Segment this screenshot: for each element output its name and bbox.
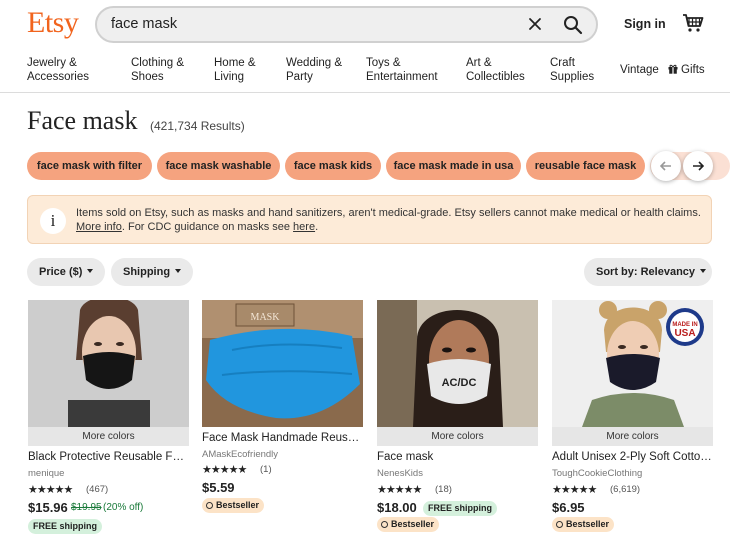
price-filter[interactable]: Price ($) <box>27 258 105 286</box>
nav-item-clothing[interactable]: Clothing & Shoes <box>131 56 184 84</box>
nav-item-jewelry[interactable]: Jewelry & Accessories <box>27 56 89 84</box>
more-info-link[interactable]: More info <box>76 221 122 233</box>
bestseller-badge: Bestseller <box>202 498 265 513</box>
price: $5.59 <box>202 480 235 495</box>
nav-item-craft[interactable]: Craft Supplies <box>550 56 594 84</box>
product-title[interactable]: Face Mask Handmade Reusable Washable <box>202 432 363 444</box>
gift-icon <box>668 64 678 74</box>
shop-name: AMaskEcofriendly <box>202 449 279 460</box>
product-card[interactable]: MASK Face Mask Handmade Reusable Washabl… <box>202 300 363 540</box>
notice-text: Items sold on Etsy, such as masks and ha… <box>76 207 701 233</box>
made-in-usa-badge: MADE IN USA <box>666 308 704 346</box>
caret-down-icon <box>175 269 182 273</box>
product-title[interactable]: Face mask <box>377 451 538 463</box>
nav-item-home[interactable]: Home & Living <box>214 56 256 84</box>
etsy-logo[interactable]: Etsy <box>27 6 79 40</box>
more-colors-label: More colors <box>552 427 713 446</box>
cart-icon[interactable] <box>682 13 704 33</box>
clear-icon[interactable] <box>527 16 543 32</box>
shop-name: menique <box>28 468 65 479</box>
chip-face-mask-washable[interactable]: face mask washable <box>157 152 280 180</box>
result-count: (421,734 Results) <box>150 119 245 133</box>
chip-face-mask-made-in-usa[interactable]: face mask made in usa <box>386 152 521 180</box>
search-icon[interactable] <box>563 15 583 35</box>
original-price: $19.95 <box>71 502 102 513</box>
scroll-right-button[interactable] <box>683 151 713 181</box>
arrow-right-icon <box>693 161 704 171</box>
product-title[interactable]: Adult Unisex 2-Ply Soft Cotton Face Mask <box>552 451 713 463</box>
related-searches: face mask with filter face mask washable… <box>27 152 730 180</box>
medal-icon <box>206 502 213 509</box>
free-shipping-badge: FREE shipping <box>28 519 102 534</box>
shop-name: ToughCookieClothing <box>552 468 643 479</box>
price: $15.96 <box>28 500 68 515</box>
scroll-left-button[interactable] <box>651 151 681 181</box>
chip-reusable-face-mask[interactable]: reusable face mask <box>526 152 645 180</box>
shop-name: NenesKids <box>377 468 423 479</box>
rating-stars: ★★★★★ <box>28 484 73 496</box>
rating-stars: ★★★★★ <box>552 484 597 496</box>
sign-in-link[interactable]: Sign in <box>624 17 666 31</box>
sort-dropdown[interactable]: Sort by: Relevancy <box>584 258 712 286</box>
nav-item-wedding[interactable]: Wedding & Party <box>286 56 342 84</box>
page-title: Face mask <box>27 106 138 135</box>
search-input[interactable]: face mask <box>111 16 177 32</box>
product-title[interactable]: Black Protective Reusable Face Mask <box>28 451 189 463</box>
svg-text:MASK: MASK <box>251 312 281 323</box>
free-shipping-badge: FREE shipping <box>423 501 497 516</box>
nav-item-vintage[interactable]: Vintage <box>620 63 659 77</box>
product-image[interactable]: AC/DC <box>377 300 538 427</box>
svg-text:USA: USA <box>674 328 695 339</box>
price: $6.95 <box>552 500 585 515</box>
nav-item-toys[interactable]: Toys & Entertainment <box>366 56 438 84</box>
cdc-here-link[interactable]: here <box>293 221 315 233</box>
review-count: (467) <box>86 484 109 495</box>
shipping-filter[interactable]: Shipping <box>111 258 193 286</box>
product-card[interactable]: AC/DC More colors Face mask NenesKids ★★… <box>377 300 538 540</box>
chip-face-mask-kids[interactable]: face mask kids <box>285 152 381 180</box>
more-colors-label: More colors <box>28 427 189 446</box>
header: Etsy face mask Sign in <box>0 0 730 50</box>
review-count: (18) <box>435 484 452 495</box>
product-card[interactable]: More colors Black Protective Reusable Fa… <box>28 300 189 540</box>
medical-notice: i Items sold on Etsy, such as masks and … <box>27 195 712 244</box>
info-icon: i <box>40 208 66 234</box>
review-count: (6,619) <box>610 484 641 495</box>
medal-icon <box>556 521 563 528</box>
bestseller-badge: Bestseller <box>377 517 440 532</box>
more-colors-label: More colors <box>377 427 538 446</box>
caret-down-icon <box>700 269 707 273</box>
category-nav: Jewelry & Accessories Clothing & Shoes Hom… <box>0 50 730 93</box>
product-card[interactable]: MADE IN USA More colors Adult Unisex 2-P… <box>552 300 713 540</box>
rating-stars: ★★★★★ <box>202 464 247 476</box>
review-count: (1) <box>260 464 272 475</box>
bestseller-badge: Bestseller <box>552 517 615 532</box>
svg-text:AC/DC: AC/DC <box>442 377 477 389</box>
product-image[interactable] <box>28 300 189 427</box>
discount: (20% off) <box>103 502 144 513</box>
product-image[interactable]: MASK <box>202 300 363 427</box>
caret-down-icon <box>87 269 94 273</box>
arrow-left-icon <box>660 161 671 171</box>
nav-item-art[interactable]: Art & Collectibles <box>466 56 525 84</box>
price: $18.00 <box>377 500 417 515</box>
chip-face-mask-with-filter[interactable]: face mask with filter <box>27 152 152 180</box>
search-bar[interactable]: face mask <box>95 6 598 43</box>
product-image[interactable]: MADE IN USA <box>552 300 713 427</box>
nav-item-gifts[interactable]: Gifts <box>668 63 705 77</box>
medal-icon <box>381 521 388 528</box>
rating-stars: ★★★★★ <box>377 484 422 496</box>
